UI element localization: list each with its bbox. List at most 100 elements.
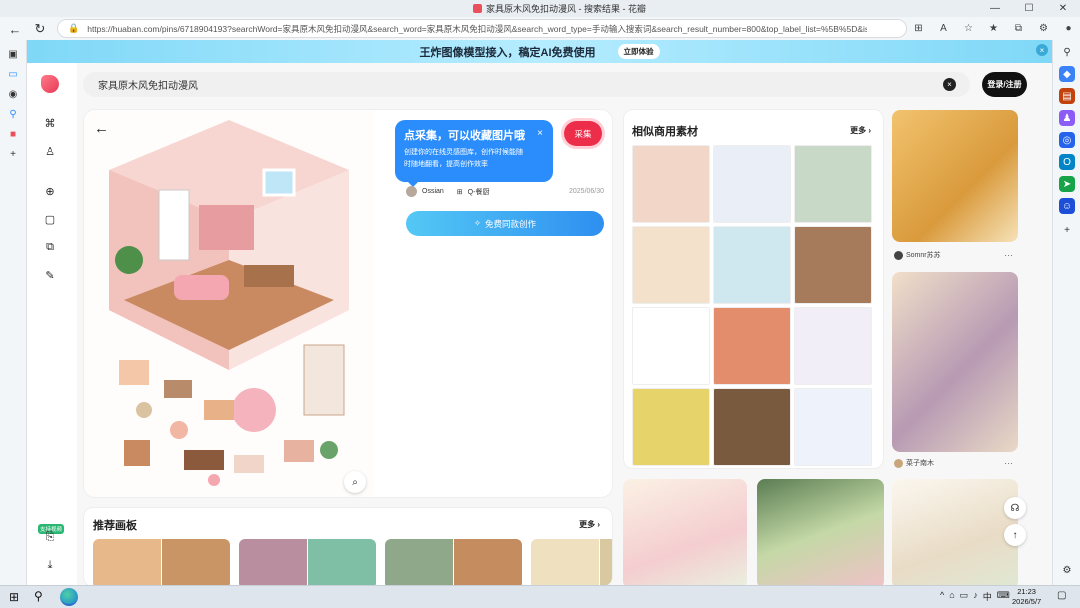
similar-tile-1[interactable] xyxy=(632,145,710,223)
search-tab-icon[interactable]: ⚲ xyxy=(5,106,21,122)
taskbar-search-icon[interactable]: ⚲ xyxy=(34,589,43,603)
notification-icon[interactable]: ▢ xyxy=(1057,590,1066,601)
windows-taskbar: ⊞ ⚲ ^ ⌂ ▭ ♪ 中 ⌨ 21:23 2026/5/7 ▢ xyxy=(0,585,1080,608)
collections-icon[interactable]: ⧉ xyxy=(1010,20,1027,37)
masonry-image-2[interactable] xyxy=(892,272,1018,452)
maximize-button[interactable]: ☐ xyxy=(1012,0,1046,17)
app-grid-icon[interactable]: ⊞ xyxy=(910,20,927,37)
similar-tile-9[interactable] xyxy=(794,307,872,385)
more-options-icon[interactable]: ··· xyxy=(1004,250,1013,260)
copy-icon[interactable]: ⧉ xyxy=(42,239,58,255)
ime-indicator[interactable]: 中 xyxy=(983,590,992,603)
user-avatar[interactable] xyxy=(894,250,903,260)
similar-more-link[interactable]: 更多 › xyxy=(850,125,871,136)
create-button-label: 免费同款创作 xyxy=(485,218,537,229)
masonry-image-4[interactable] xyxy=(757,479,884,585)
masonry-image-5[interactable] xyxy=(892,479,1018,585)
profile-sidebar-icon[interactable]: ☺ xyxy=(1059,198,1075,214)
new-tab-icon[interactable]: + xyxy=(5,146,21,162)
user-avatar[interactable] xyxy=(894,458,903,468)
display-icon[interactable]: ▭ xyxy=(960,590,969,603)
tab-actions-icon[interactable]: ▣ xyxy=(5,46,21,62)
masonry-image-1[interactable] xyxy=(892,110,1018,242)
similar-tile-4[interactable] xyxy=(632,226,710,304)
banner-close-icon[interactable]: × xyxy=(1036,44,1048,56)
tray-chevron-icon[interactable]: ^ xyxy=(940,590,944,603)
similar-tile-6[interactable] xyxy=(794,226,872,304)
free-create-button[interactable]: ✧ 免费同款创作 xyxy=(406,211,604,236)
close-window-button[interactable]: ✕ xyxy=(1046,0,1080,17)
pin-image[interactable]: ← ⌕ xyxy=(84,110,374,497)
tab-title[interactable]: 家具原木风免扣动漫风 - 搜索结果 - 花瓣 xyxy=(473,2,646,15)
author-name[interactable]: Ossian xyxy=(422,188,444,195)
settings-sidebar-icon[interactable]: ⚙ xyxy=(1059,562,1075,578)
headset-support-icon[interactable]: ☊ xyxy=(1004,497,1026,519)
search-sidebar-icon[interactable]: ⚲ xyxy=(1059,44,1075,60)
volume-icon[interactable]: ♪ xyxy=(973,590,978,603)
download-icon[interactable]: ⤓ xyxy=(42,557,58,573)
back-to-top-icon[interactable]: ↑ xyxy=(1004,524,1026,546)
similar-tile-5[interactable] xyxy=(713,226,791,304)
taskbar-clock[interactable]: 21:23 2026/5/7 xyxy=(1012,587,1041,607)
similar-tile-3[interactable] xyxy=(794,145,872,223)
try-now-button[interactable]: 立即体验 xyxy=(617,44,660,59)
tools-sidebar-icon[interactable]: ▤ xyxy=(1059,88,1075,104)
extensions-icon[interactable]: ⚙ xyxy=(1035,20,1052,37)
tag-sidebar-icon[interactable]: ◆ xyxy=(1059,66,1075,82)
board-thumb-1[interactable] xyxy=(93,539,230,585)
favorite-add-icon[interactable]: ☆ xyxy=(960,20,977,37)
login-register-button[interactable]: 登录/注册 xyxy=(982,72,1027,97)
similar-grid xyxy=(632,145,874,466)
huaban-tab-icon[interactable]: ■ xyxy=(5,126,21,142)
visual-search-icon[interactable]: ⌕ xyxy=(344,471,366,493)
similar-tile-7[interactable] xyxy=(632,307,710,385)
back-arrow-icon[interactable]: ← xyxy=(94,120,109,137)
read-aloud-icon[interactable]: A xyxy=(935,20,952,37)
network-icon[interactable]: ⌂ xyxy=(949,590,954,603)
ai-icon[interactable]: ✎ xyxy=(42,267,58,283)
board-thumb-4[interactable] xyxy=(531,539,612,585)
vertical-tabs-bar: ▣ ▭ ◉ ⚲ ■ + xyxy=(0,40,27,585)
favorites-icon[interactable]: ★ xyxy=(985,20,1002,37)
minimize-button[interactable]: — xyxy=(978,0,1012,17)
masonry-image-3[interactable] xyxy=(623,479,747,585)
user1-name[interactable]: Somnr苏苏 xyxy=(906,250,941,260)
author-avatar[interactable] xyxy=(406,186,417,197)
add-sidebar-icon[interactable]: + xyxy=(1059,222,1075,238)
recommend-more-link[interactable]: 更多 › xyxy=(579,519,600,530)
similar-tile-8[interactable] xyxy=(713,307,791,385)
tab-icon-1[interactable]: ▭ xyxy=(5,66,21,82)
board-thumb-3[interactable] xyxy=(385,539,522,585)
keyboard-icon[interactable]: ⌨ xyxy=(997,590,1010,603)
user-icon[interactable]: ♙ xyxy=(42,143,58,159)
windows-start-icon[interactable]: ⊞ xyxy=(9,590,19,604)
user2-name[interactable]: 菜子南木 xyxy=(906,458,934,468)
message-icon[interactable]: ▢ xyxy=(42,211,58,227)
board-name[interactable]: Q-餐厨 xyxy=(468,187,490,197)
similar-tile-11[interactable] xyxy=(713,388,791,466)
explore-icon[interactable]: ⌘ xyxy=(42,115,58,131)
huaban-logo[interactable] xyxy=(41,75,59,93)
games-sidebar-icon[interactable]: ♟ xyxy=(1059,110,1075,126)
similar-tile-2[interactable] xyxy=(713,145,791,223)
copilot-sidebar-icon[interactable]: ◎ xyxy=(1059,132,1075,148)
upload-icon[interactable]: ⎘ xyxy=(42,529,58,545)
collect-button[interactable]: 采集 xyxy=(564,121,602,146)
send-sidebar-icon[interactable]: ➤ xyxy=(1059,176,1075,192)
add-icon[interactable]: ⊕ xyxy=(42,183,58,199)
tip-close-icon[interactable]: × xyxy=(537,128,543,139)
search-input[interactable]: 家具原木风免扣动漫风 × xyxy=(83,72,970,97)
similar-tile-12[interactable] xyxy=(794,388,872,466)
back-arrow-icon[interactable]: ← xyxy=(6,20,24,38)
outlook-sidebar-icon[interactable]: O xyxy=(1059,154,1075,170)
similar-tile-10[interactable] xyxy=(632,388,710,466)
url-field[interactable]: 🔒 https://huaban.com/pins/6718904193?sea… xyxy=(57,19,907,38)
profile-avatar[interactable]: ● xyxy=(1060,20,1077,37)
promo-banner[interactable]: 王炸图像模型接入，稿定AI免费使用 立即体验 × xyxy=(27,40,1052,63)
board-thumb-2[interactable] xyxy=(239,539,376,585)
edge-browser-icon[interactable] xyxy=(60,588,78,606)
tab-icon-2[interactable]: ◉ xyxy=(5,86,21,102)
refresh-icon[interactable]: ↻ xyxy=(31,20,49,38)
clear-search-icon[interactable]: × xyxy=(943,78,956,91)
more-options-icon[interactable]: ··· xyxy=(1004,458,1013,468)
